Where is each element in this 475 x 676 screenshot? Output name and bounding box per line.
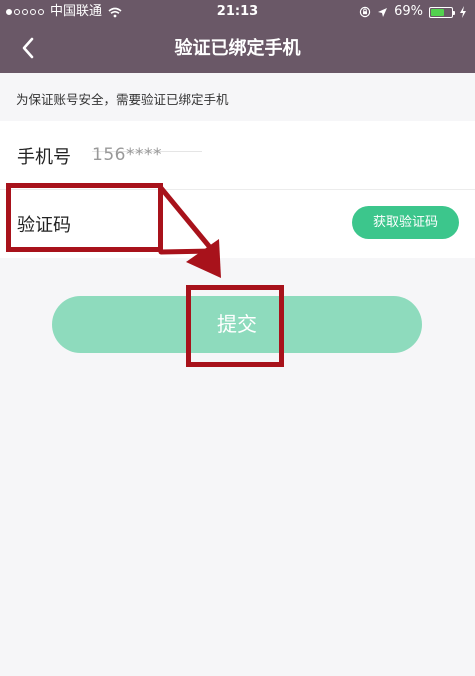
battery-fill [431, 8, 445, 16]
page-title: 验证已绑定手机 [174, 38, 301, 59]
charging-bolt-icon [460, 6, 466, 18]
phone-label: 手机号 [17, 147, 71, 168]
top-bar: 中国联通 21:13 69% 验证已绑定手机 [0, 0, 475, 73]
battery-percent: 69% [394, 4, 423, 19]
code-input[interactable] [92, 209, 336, 239]
location-arrow-icon [378, 7, 388, 17]
get-code-button[interactable]: 获取验证码 [352, 206, 459, 239]
phone-value: 156**** [92, 145, 162, 165]
navigation-bar: 验证已绑定手机 [0, 24, 475, 73]
submit-button[interactable]: 提交 [52, 296, 422, 353]
code-label: 验证码 [17, 215, 71, 236]
code-row: 验证码 获取验证码 [0, 189, 475, 257]
security-hint: 为保证账号安全，需要验证已绑定手机 [16, 92, 229, 107]
phone-row: 手机号 156**** [0, 121, 475, 190]
status-right: 69% [359, 0, 467, 24]
form-card: 手机号 156**** 验证码 获取验证码 [0, 121, 475, 258]
orientation-lock-icon [359, 6, 371, 18]
battery-icon [429, 6, 455, 18]
status-bar: 中国联通 21:13 69% [0, 0, 475, 24]
